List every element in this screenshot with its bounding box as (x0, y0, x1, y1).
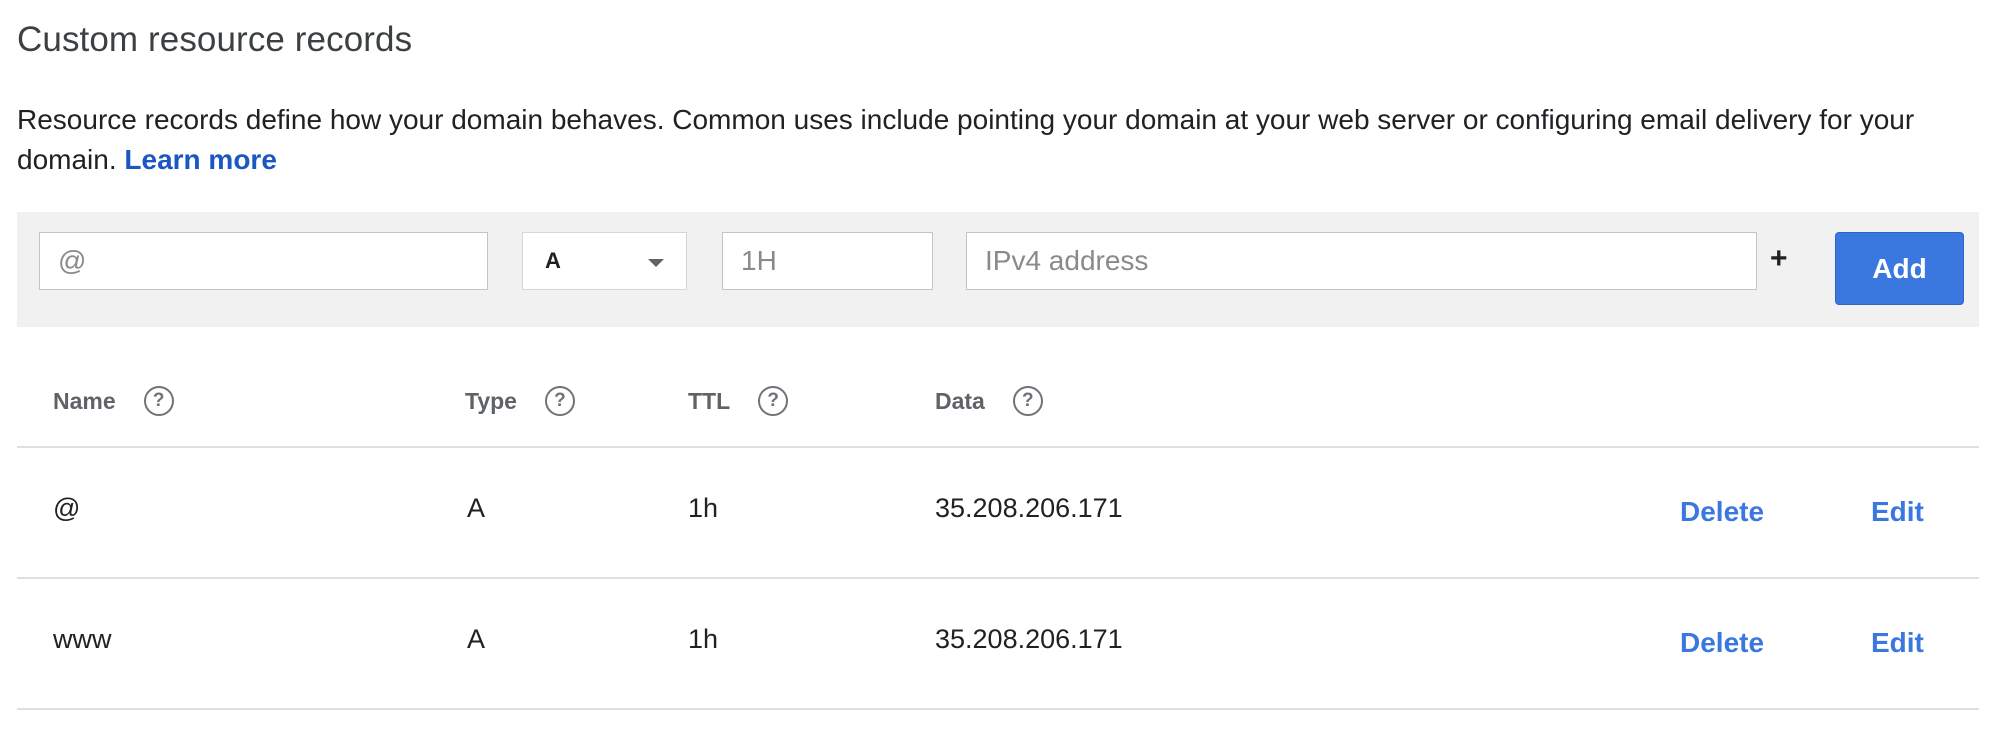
column-header-name: Name ? (53, 386, 174, 416)
ttl-input[interactable] (722, 232, 933, 290)
edit-link[interactable]: Edit (1871, 627, 1924, 659)
section-description: Resource records define how your domain … (17, 100, 1977, 180)
table-divider (17, 708, 1979, 710)
help-circle-icon[interactable]: ? (544, 386, 575, 416)
column-header-label: Name (53, 387, 116, 414)
record-name: @ (53, 493, 81, 523)
help-circle-icon[interactable]: ? (758, 386, 789, 416)
table-divider (17, 577, 1979, 579)
record-type-value: A (545, 248, 561, 273)
help-circle-icon[interactable]: ? (143, 386, 174, 416)
delete-link[interactable]: Delete (1680, 627, 1764, 659)
record-name-input[interactable] (39, 232, 488, 290)
column-header-label: TTL (688, 387, 731, 414)
add-button[interactable]: Add (1835, 232, 1964, 305)
record-ttl: 1h (688, 493, 719, 523)
record-data: 35.208.206.171 (935, 624, 1123, 654)
record-name: www (53, 624, 112, 654)
description-text: Resource records define how your domain … (17, 104, 1915, 175)
data-input[interactable] (966, 232, 1757, 290)
column-header-data: Data ? (935, 386, 1043, 416)
column-header-label: Type (465, 387, 517, 414)
column-header-ttl: TTL ? (688, 386, 789, 416)
table-divider (17, 446, 1979, 448)
section-title: Custom resource records (17, 20, 413, 59)
record-ttl: 1h (688, 624, 719, 654)
record-type: A (467, 624, 486, 654)
resource-records-page: Custom resource records Resource records… (0, 0, 1996, 738)
record-data: 35.208.206.171 (935, 493, 1123, 523)
learn-more-link[interactable]: Learn more (124, 144, 277, 175)
record-type-select[interactable]: A (522, 232, 687, 290)
add-record-form: A + Add (17, 212, 1979, 327)
record-type: A (467, 493, 486, 523)
column-header-type: Type ? (465, 386, 575, 416)
plus-icon[interactable]: + (1770, 242, 1788, 276)
delete-link[interactable]: Delete (1680, 496, 1764, 528)
help-circle-icon[interactable]: ? (1012, 386, 1043, 416)
edit-link[interactable]: Edit (1871, 496, 1924, 528)
caret-down-icon (648, 259, 664, 267)
column-header-label: Data (935, 387, 985, 414)
